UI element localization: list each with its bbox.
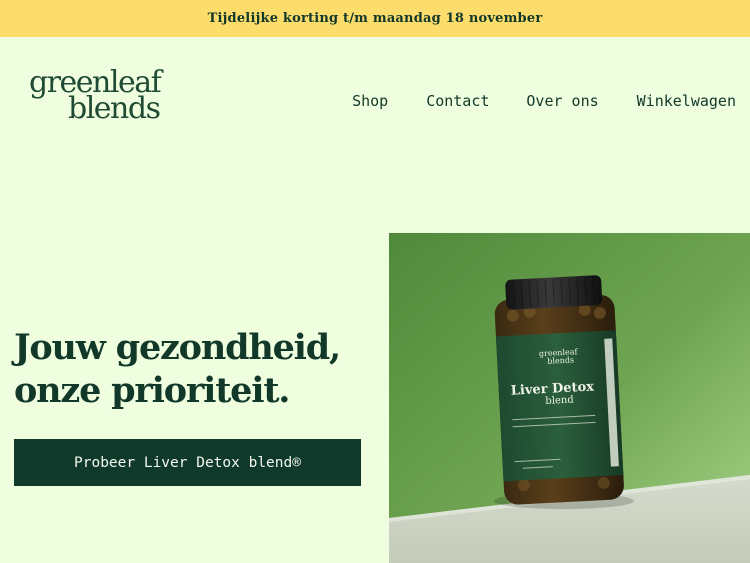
product-bottle-illustration: greenleaf blends Liver Detox blend: [389, 233, 750, 563]
hero-title: Jouw gezondheid, onze prioriteit.: [14, 326, 374, 412]
nav-shop[interactable]: Shop: [352, 92, 388, 110]
nav-contact[interactable]: Contact: [426, 92, 489, 110]
promo-text: Tijdelijke korting t/m maandag 18 novemb…: [207, 11, 543, 26]
hero-title-line-1: Jouw gezondheid,: [14, 327, 341, 368]
try-liver-detox-button[interactable]: Probeer Liver Detox blend®: [14, 439, 361, 486]
product-photo: greenleaf blends Liver Detox blend: [389, 233, 750, 563]
promo-banner: Tijdelijke korting t/m maandag 18 novemb…: [0, 0, 750, 37]
nav-winkelwagen[interactable]: Winkelwagen: [637, 92, 736, 110]
hero-title-line-2: onze prioriteit.: [14, 370, 290, 411]
bottle-product-sub: blend: [545, 394, 574, 407]
brand-logo[interactable]: greenleaf blends: [29, 68, 162, 124]
main-nav: Shop Contact Over ons Winkelwagen: [352, 92, 736, 110]
bottle-brand-line-2: blends: [547, 355, 574, 365]
nav-over-ons[interactable]: Over ons: [526, 92, 598, 110]
